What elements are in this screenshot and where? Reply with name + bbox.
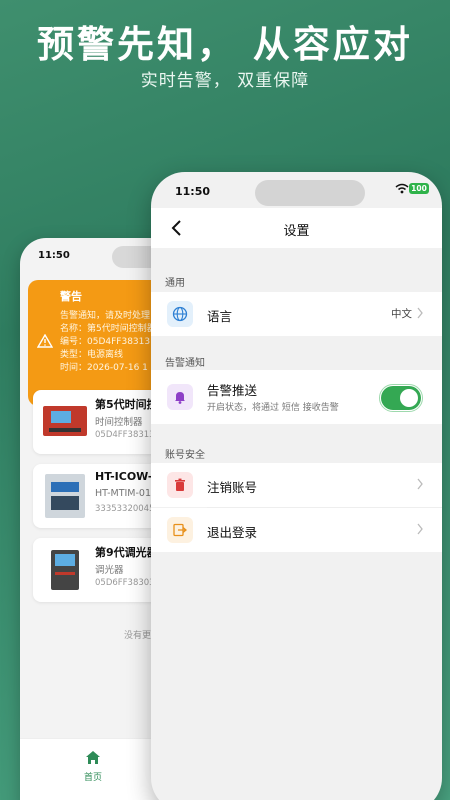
nav-bar: 设置	[151, 208, 442, 248]
trash-icon	[167, 472, 193, 498]
status-time: 11:50	[38, 250, 70, 261]
wifi-icon	[395, 183, 409, 194]
tab-home[interactable]: 首页	[78, 749, 108, 783]
device-type: 时间控制器	[95, 417, 143, 428]
device-id: 33353320045	[95, 504, 155, 514]
device-id: 05D6FF38303	[95, 578, 155, 588]
section-label-general: 通用	[165, 278, 185, 289]
section-label-alarm: 告警通知	[165, 358, 205, 369]
chevron-right-icon	[417, 523, 423, 535]
device-image	[43, 406, 87, 436]
chevron-right-icon	[417, 307, 423, 319]
promo-subline: 实时告警， 双重保障	[140, 71, 310, 91]
settings-screen: 11:50 100 设置 通用 语言 中文 告警通知 告警推送 开启状态，将通过…	[151, 172, 442, 800]
logout-label: 退出登录	[207, 525, 258, 540]
promo-headline: 预警先知， 从容应对	[37, 23, 413, 66]
device-id: 05D4FF38313	[95, 430, 155, 440]
logout-icon	[167, 517, 193, 543]
home-icon	[86, 751, 100, 764]
logout-row[interactable]: 退出登录	[151, 508, 442, 552]
status-time: 11:50	[175, 185, 211, 198]
alarm-push-toggle[interactable]	[381, 386, 421, 410]
dynamic-island	[255, 180, 365, 206]
device-type: 调光器	[95, 565, 124, 576]
device-name: HT-ICOW-	[95, 470, 153, 483]
globe-icon	[167, 301, 193, 327]
battery-indicator: 100	[409, 183, 429, 194]
warning-icon	[37, 334, 53, 348]
alarm-push-row: 告警推送 开启状态，将通过 短信 接收告警	[151, 370, 442, 424]
cancel-account-label: 注销账号	[207, 480, 258, 495]
bell-icon	[167, 384, 193, 410]
alarm-push-label: 告警推送	[207, 383, 258, 398]
alarm-push-description: 开启状态，将通过 短信 接收告警	[207, 403, 339, 413]
section-label-account: 账号安全	[165, 450, 205, 461]
language-value: 中文	[391, 308, 412, 320]
chevron-right-icon	[417, 478, 423, 490]
cancel-account-row[interactable]: 注销账号	[151, 463, 442, 507]
device-name: 第9代调光器	[95, 546, 158, 559]
device-image	[45, 474, 85, 518]
language-label: 语言	[207, 309, 233, 324]
page-title: 设置	[283, 224, 310, 239]
device-name: 第5代时间控	[95, 398, 158, 411]
tab-home-label: 首页	[83, 773, 102, 783]
device-type: HT-MTIM-01	[95, 488, 152, 499]
toggle-knob	[400, 389, 418, 407]
language-row[interactable]: 语言 中文	[151, 292, 442, 336]
device-image	[51, 550, 79, 590]
